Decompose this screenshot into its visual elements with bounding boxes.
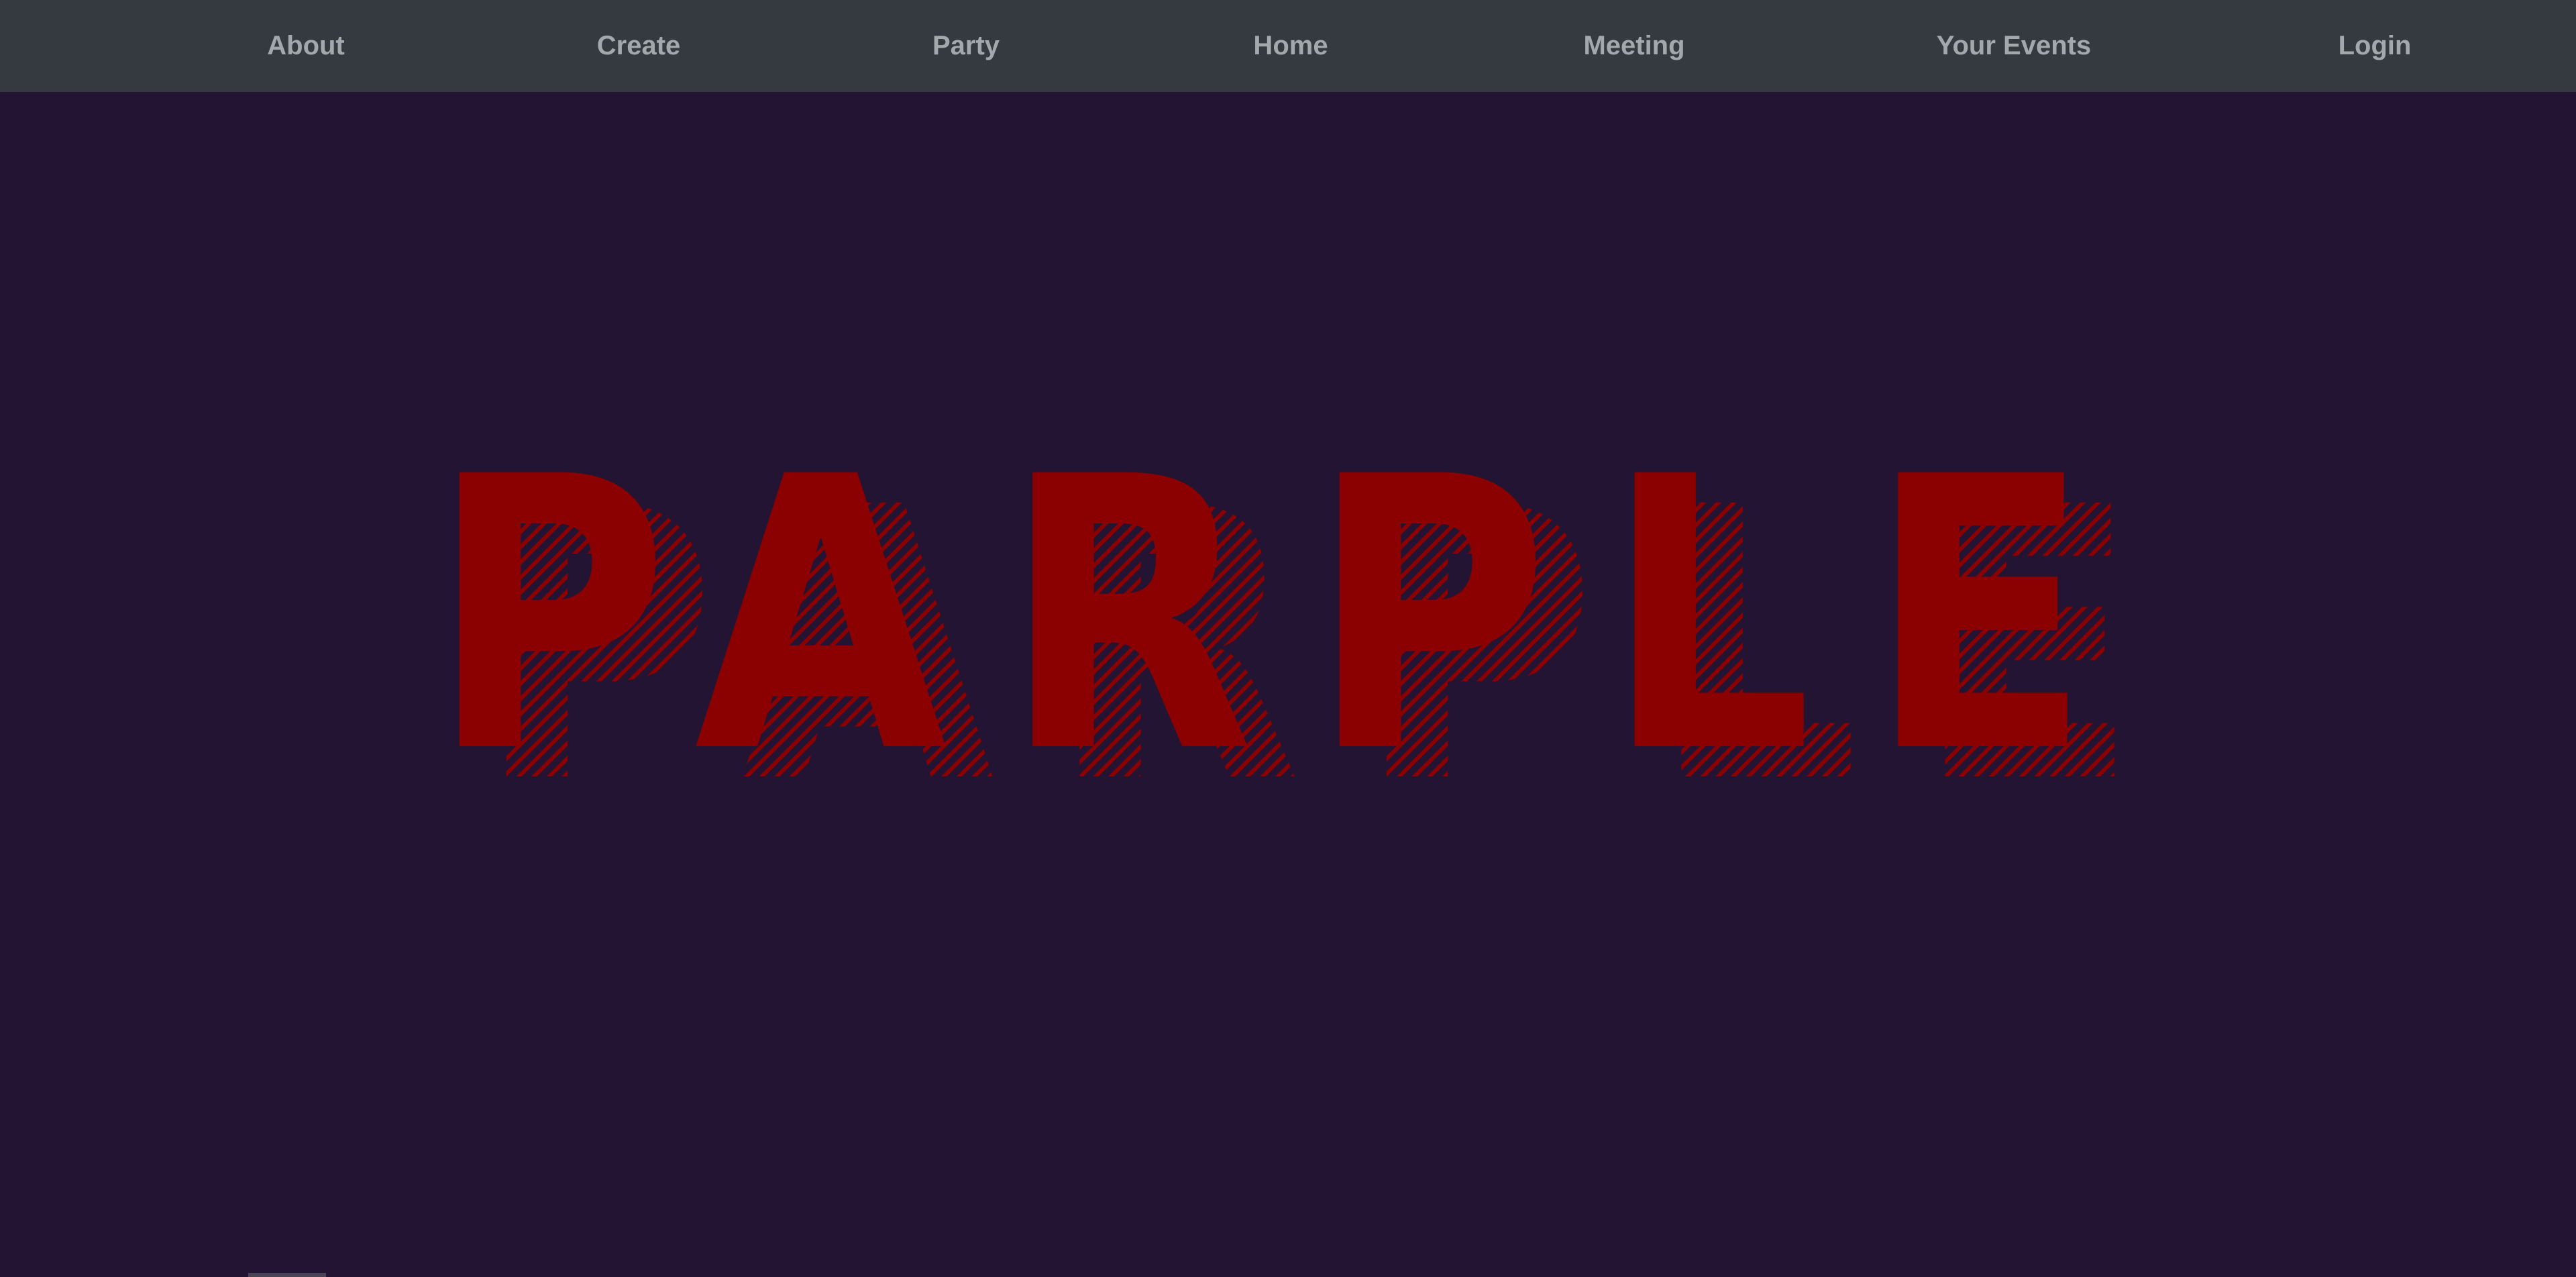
nav-about-link[interactable]: About [267, 0, 345, 92]
top-navbar: About Create Party Home Meeting Your Eve… [0, 0, 2576, 92]
nav-meeting-link[interactable]: Meeting [1583, 0, 1684, 92]
nav-login-link[interactable]: Login [2339, 0, 2412, 92]
hero-title: PARPLE [429, 398, 2147, 835]
nav-your-events-link[interactable]: Your Events [1937, 0, 2091, 92]
horizontal-scrollbar-thumb[interactable] [248, 1273, 326, 1277]
nav-create-link[interactable]: Create [597, 0, 681, 92]
hero-section: PARPLE PARPLE [0, 92, 2576, 1277]
hero-title-graphic: PARPLE PARPLE [429, 398, 2147, 866]
nav-home-link[interactable]: Home [1253, 0, 1328, 92]
nav-party-link[interactable]: Party [932, 0, 1000, 92]
